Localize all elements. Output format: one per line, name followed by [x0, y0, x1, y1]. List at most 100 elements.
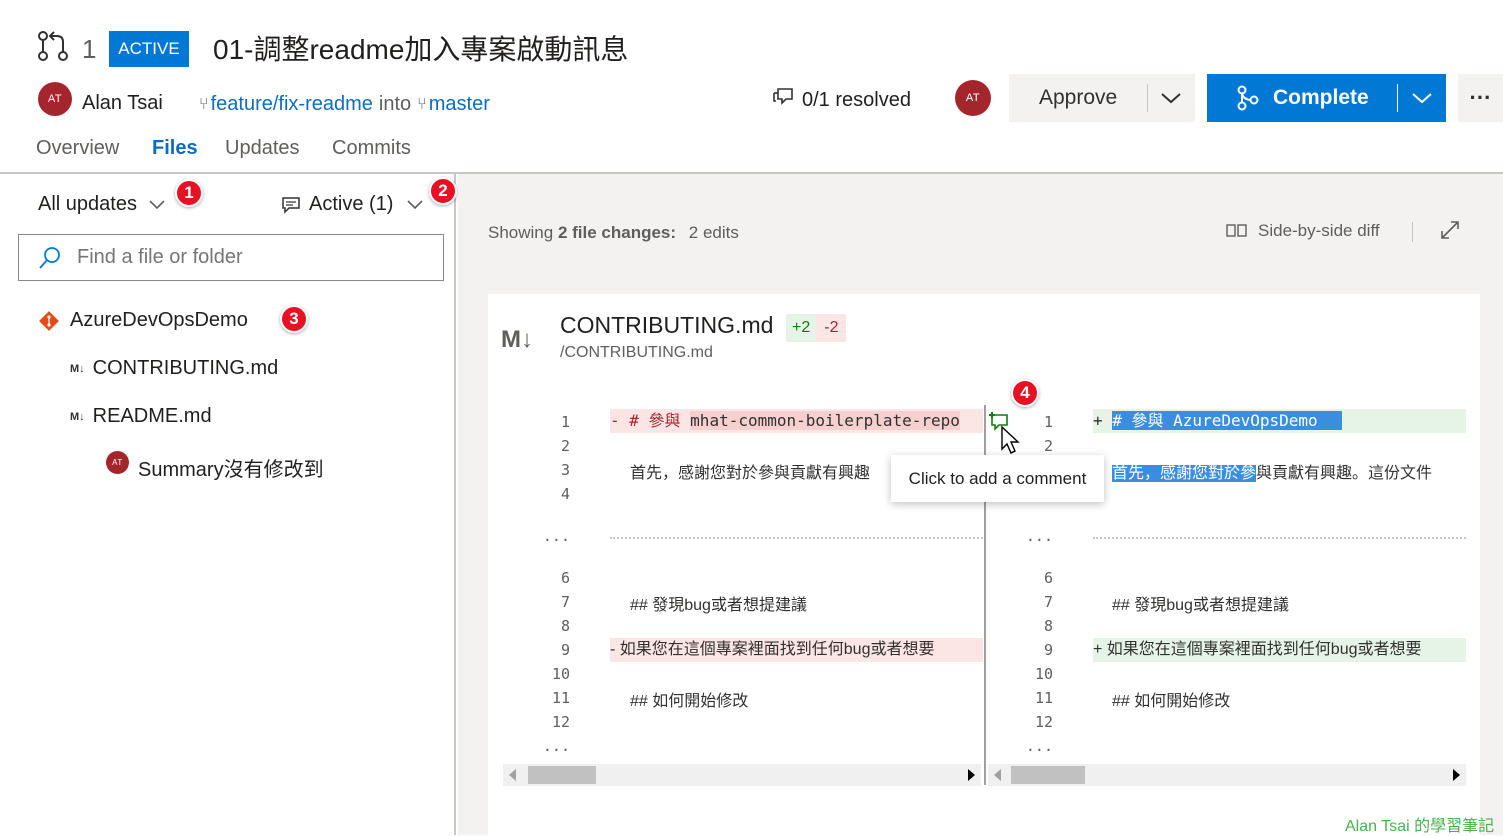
diff-line: 首先，感謝您對於參與貢獻有興趣 — [630, 465, 871, 482]
target-branch-link[interactable]: master — [429, 93, 490, 116]
additions-count: +2 — [786, 314, 817, 342]
annotation-badge-4: 4 — [1011, 379, 1039, 407]
line-number: 12 — [551, 713, 570, 731]
updates-filter-label: All updates — [38, 193, 137, 215]
more-actions-button[interactable]: ··· — [1458, 74, 1503, 122]
diff-line-deleted: - 如果您在這個專案裡面找到任何bug或者想要 — [610, 638, 983, 662]
markdown-file-icon: M↓ — [501, 326, 533, 353]
tab-commits[interactable]: Commits — [332, 137, 411, 160]
file-name: CONTRIBUTING.md — [92, 357, 279, 379]
line-number: 9 — [560, 641, 570, 659]
repo-tree-item[interactable]: AzureDevOpsDemo — [38, 309, 248, 332]
line-number: 1 — [1043, 413, 1053, 431]
diff-line: ## 如何開始修改 — [1112, 693, 1231, 710]
line-number: 6 — [1043, 569, 1053, 587]
comment-icon — [281, 196, 301, 214]
deleted-text: mhat-common-boilerplate-repo — [690, 411, 960, 430]
markdown-icon: M↓ — [70, 410, 85, 423]
chevron-down-icon — [405, 198, 425, 212]
right-horizontal-scrollbar[interactable] — [988, 764, 1466, 786]
scroll-left-icon[interactable] — [509, 769, 516, 781]
approve-button[interactable]: Approve — [1009, 74, 1195, 122]
reviewer-avatar[interactable]: AT — [955, 80, 991, 116]
tab-updates[interactable]: Updates — [225, 137, 300, 160]
author-name[interactable]: Alan Tsai — [82, 92, 163, 115]
into-label: into — [378, 93, 412, 115]
ellipsis: ... — [1025, 527, 1053, 545]
merge-icon — [1237, 85, 1259, 111]
file-name: README.md — [92, 405, 212, 427]
chevron-down-icon[interactable] — [1410, 88, 1434, 114]
file-title: CONTRIBUTING.md — [560, 312, 774, 338]
scroll-left-icon[interactable] — [994, 769, 1001, 781]
deletions-count: -2 — [816, 314, 847, 342]
tab-files[interactable]: Files — [152, 137, 198, 160]
complete-divider — [1397, 84, 1398, 112]
ellipsis: ... — [542, 737, 570, 755]
expand-icon[interactable] — [1439, 219, 1461, 246]
diff-stats: +2 -2 — [786, 314, 847, 342]
summary-edits: 2 edits — [688, 223, 739, 242]
chevron-down-icon[interactable] — [1159, 88, 1183, 114]
collapsed-region — [610, 537, 983, 539]
approve-label: Approve — [1039, 86, 1118, 109]
add-comment-tooltip: Click to add a comment — [891, 455, 1104, 502]
line-number: 10 — [551, 665, 570, 683]
comment-tree-item[interactable]: Summary沒有修改到 — [138, 453, 324, 482]
scroll-right-icon[interactable] — [968, 769, 975, 781]
chevron-down-icon — [147, 198, 167, 212]
file-tree-item[interactable]: M↓ README.md — [70, 405, 212, 428]
markdown-icon: M↓ — [70, 362, 85, 375]
side-by-side-toggle[interactable]: Side-by-side diff — [1226, 221, 1380, 241]
annotation-badge-2: 2 — [429, 177, 457, 205]
updates-filter-dropdown[interactable]: All updates — [38, 193, 167, 216]
file-tree-item[interactable]: M↓ CONTRIBUTING.md — [70, 357, 278, 380]
view-mode-label: Side-by-side diff — [1258, 221, 1380, 240]
complete-button[interactable]: Complete — [1207, 74, 1446, 122]
line-number: 4 — [560, 485, 570, 503]
line-number: 11 — [551, 689, 570, 707]
git-repo-icon — [38, 310, 60, 332]
line-number: 7 — [560, 593, 570, 611]
repo-name: AzureDevOpsDemo — [70, 309, 248, 331]
summary-prefix: Showing — [488, 223, 558, 242]
complete-label: Complete — [1273, 86, 1369, 109]
tab-overview[interactable]: Overview — [36, 137, 119, 160]
line-number: 1 — [560, 413, 570, 431]
diff-prefix: + — [1093, 411, 1113, 430]
ellipsis: ... — [542, 527, 570, 545]
file-path: /CONTRIBUTING.md — [560, 344, 713, 361]
summary-count: 2 file changes: — [557, 223, 677, 242]
ellipsis: ... — [1025, 737, 1053, 755]
side-by-side-icon — [1226, 223, 1248, 239]
scroll-right-icon[interactable] — [1453, 769, 1460, 781]
branch-info: ⑂ feature/fix-readme into ⑂ master — [199, 93, 490, 116]
diff-line: ## 發現bug或者想提建議 — [630, 597, 807, 614]
line-number: 11 — [1034, 689, 1053, 707]
diff-line-added: + # 參與 AzureDevOpsDemo — [1093, 409, 1466, 433]
selected-text: 首先，感謝您對於參 — [1112, 465, 1257, 482]
pr-icon — [36, 30, 72, 67]
search-box[interactable] — [18, 234, 444, 281]
search-icon — [37, 245, 63, 271]
comment-filter-dropdown[interactable]: Active (1) — [281, 193, 425, 216]
toolbar-divider — [1412, 222, 1413, 242]
diff-text: 與貢獻有興趣。這份文件 — [1256, 465, 1433, 482]
status-badge: ACTIVE — [109, 31, 189, 67]
comment-filter-label: Active (1) — [309, 193, 394, 215]
scrollbar-thumb[interactable] — [1011, 766, 1085, 784]
added-text: # 參與 AzureDevOpsDemo — [1112, 411, 1342, 430]
diff-line: 首先，感謝您對於參與貢獻有興趣。這份文件 — [1112, 459, 1466, 483]
author-avatar: AT — [38, 82, 72, 116]
source-branch-link[interactable]: feature/fix-readme — [211, 93, 373, 116]
resolved-status[interactable]: 0/1 resolved — [772, 87, 911, 113]
scrollbar-thumb[interactable] — [528, 766, 596, 784]
left-horizontal-scrollbar[interactable] — [503, 764, 981, 786]
diff-line-deleted: - # 參與 mhat-common-boilerplate-repo — [610, 409, 983, 433]
search-input[interactable] — [75, 245, 415, 270]
branch-icon: ⑂ — [417, 95, 427, 113]
line-number: 6 — [560, 569, 570, 587]
line-number: 7 — [1043, 593, 1053, 611]
diff-line: ## 如何開始修改 — [630, 693, 749, 710]
approve-divider — [1147, 84, 1148, 112]
